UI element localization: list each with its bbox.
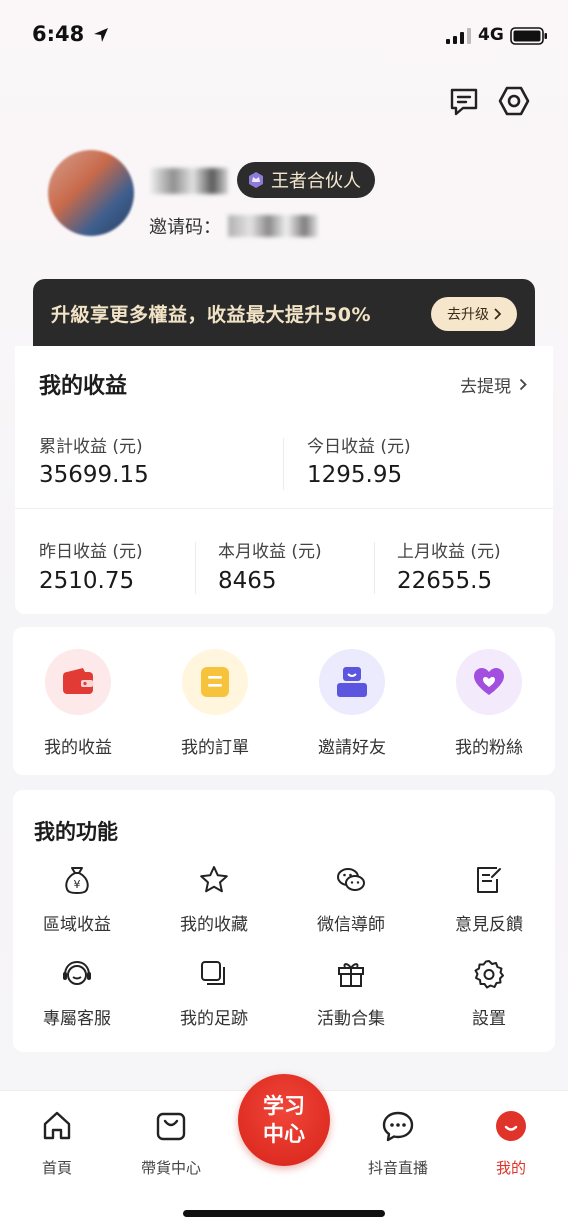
- quick-my-orders[interactable]: 我的訂單: [160, 649, 270, 758]
- quick-icon-bg: [456, 649, 522, 715]
- invite-code-label: 邀请码：: [149, 217, 221, 238]
- yesterday-earnings-value: 2510.75: [39, 568, 135, 594]
- withdraw-link[interactable]: 去提現: [460, 372, 527, 397]
- tab-label: 我的: [495, 1159, 526, 1177]
- chat-bubble-icon: [382, 1111, 414, 1142]
- tab-mine[interactable]: 我的: [466, 1109, 556, 1178]
- headset-icon: [63, 960, 91, 985]
- status-time: 6:48: [32, 22, 85, 46]
- settings-icon: [474, 960, 504, 989]
- profile-face-icon: [496, 1111, 526, 1141]
- total-earnings-value: 35699.15: [39, 462, 149, 488]
- quick-my-fans[interactable]: 我的粉絲: [434, 649, 544, 758]
- money-bag-icon: ¥: [65, 867, 89, 894]
- feature-wechat-mentor[interactable]: 微信導師: [291, 864, 411, 935]
- invite-code-redacted: [228, 215, 318, 237]
- network-label: 4G: [478, 25, 504, 45]
- home-indicator[interactable]: [183, 1210, 385, 1217]
- order-icon: [201, 667, 229, 697]
- feature-area-earnings[interactable]: ¥ 區域收益: [17, 864, 137, 935]
- quick-label: 我的收益: [44, 738, 112, 758]
- divider: [195, 542, 196, 594]
- tab-label: 帶貨中心: [140, 1159, 201, 1177]
- gift-icon: [338, 963, 364, 987]
- quick-icon-bg: [319, 649, 385, 715]
- partner-badge: 王者合伙人: [237, 162, 375, 198]
- feature-label: 區域收益: [43, 915, 111, 935]
- features-title: 我的功能: [34, 820, 118, 844]
- features-card: 我的功能 ¥ 區域收益 我的收藏 微信導師 意見反饋 專屬客服 我的足跡 活動合…: [13, 790, 555, 1052]
- tab-shop-center[interactable]: 帶貨中心: [126, 1109, 216, 1178]
- invite-icon: [337, 667, 367, 697]
- quick-icon-bg: [45, 649, 111, 715]
- footprint-icon: [201, 961, 225, 985]
- chevron-right-icon: [494, 308, 501, 320]
- feature-activities[interactable]: 活動合集: [291, 958, 411, 1029]
- tab-label: 抖音直播: [367, 1159, 428, 1177]
- settings-hex-icon[interactable]: [497, 84, 531, 118]
- feature-favorites[interactable]: 我的收藏: [154, 864, 274, 935]
- upgrade-banner[interactable]: 升級享更多權益，收益最大提升50% 去升级: [33, 279, 535, 347]
- center-label-line1: 学习: [263, 1094, 305, 1118]
- chevron-right-icon: [519, 378, 527, 391]
- wallet-icon: [63, 668, 93, 694]
- quick-label: 我的訂單: [181, 738, 249, 758]
- feature-label: 我的足跡: [180, 1009, 248, 1029]
- crown-gem-icon: [249, 172, 263, 188]
- tab-douyin-live[interactable]: 抖音直播: [353, 1109, 443, 1178]
- yesterday-earnings-label: 昨日收益 (元): [39, 542, 143, 562]
- battery-icon: [510, 27, 547, 45]
- shopping-bag-icon: [156, 1112, 186, 1141]
- feature-label: 專屬客服: [43, 1009, 111, 1029]
- last-month-earnings-value: 22655.5: [397, 568, 493, 594]
- divider: [15, 508, 553, 509]
- earnings-title: 我的收益: [39, 374, 128, 399]
- star-icon: [200, 866, 228, 893]
- divider: [374, 542, 375, 594]
- status-bar: 6:48 4G: [0, 0, 568, 70]
- svg-text:¥: ¥: [74, 878, 81, 891]
- quick-icon-bg: [182, 649, 248, 715]
- feature-label: 意見反饋: [455, 915, 523, 935]
- withdraw-label: 去提現: [460, 377, 511, 397]
- feature-footprints[interactable]: 我的足跡: [154, 958, 274, 1029]
- upgrade-banner-text: 升級享更多權益，收益最大提升50%: [51, 303, 371, 326]
- feature-customer-service[interactable]: 專屬客服: [17, 958, 137, 1029]
- feature-label: 我的收藏: [180, 915, 248, 935]
- feedback-icon: [477, 867, 501, 893]
- quick-my-earnings[interactable]: 我的收益: [23, 649, 133, 758]
- location-arrow-icon: [94, 28, 108, 42]
- home-icon: [43, 1111, 71, 1140]
- month-earnings-label: 本月收益 (元): [218, 542, 322, 562]
- earnings-card: 我的收益 去提現 累計收益 (元) 35699.15 今日收益 (元) 1295…: [15, 346, 553, 614]
- username-redacted: [150, 168, 228, 194]
- upgrade-button-label: 去升级: [447, 307, 489, 323]
- feature-label: 活動合集: [317, 1009, 385, 1029]
- badge-label: 王者合伙人: [271, 171, 361, 192]
- quick-label: 我的粉絲: [455, 738, 523, 758]
- message-icon[interactable]: [447, 84, 481, 118]
- learning-center-button[interactable]: 学习 中心: [238, 1074, 330, 1166]
- fans-heart-icon: [474, 668, 504, 695]
- wechat-icon: [337, 868, 365, 891]
- center-label-line2: 中心: [263, 1122, 305, 1146]
- total-earnings-label: 累計收益 (元): [39, 437, 143, 457]
- signal-icon: [446, 28, 471, 44]
- avatar[interactable]: [48, 150, 134, 236]
- month-earnings-value: 8465: [218, 568, 277, 594]
- divider: [283, 438, 284, 490]
- quick-invite-friends[interactable]: 邀請好友: [297, 649, 407, 758]
- quick-label: 邀請好友: [318, 738, 386, 758]
- last-month-earnings-label: 上月收益 (元): [397, 542, 501, 562]
- feature-feedback[interactable]: 意見反饋: [429, 864, 549, 935]
- feature-label: 設置: [472, 1009, 506, 1029]
- quick-actions-card: 我的收益 我的訂單 邀請好友 我的粉絲: [13, 627, 555, 775]
- feature-settings[interactable]: 設置: [429, 958, 549, 1029]
- today-earnings-label: 今日收益 (元): [307, 437, 411, 457]
- upgrade-button[interactable]: 去升级: [431, 297, 517, 331]
- tab-home[interactable]: 首頁: [12, 1109, 102, 1178]
- feature-label: 微信導師: [317, 915, 385, 935]
- tab-label: 首頁: [41, 1159, 72, 1177]
- today-earnings-value: 1295.95: [307, 462, 403, 488]
